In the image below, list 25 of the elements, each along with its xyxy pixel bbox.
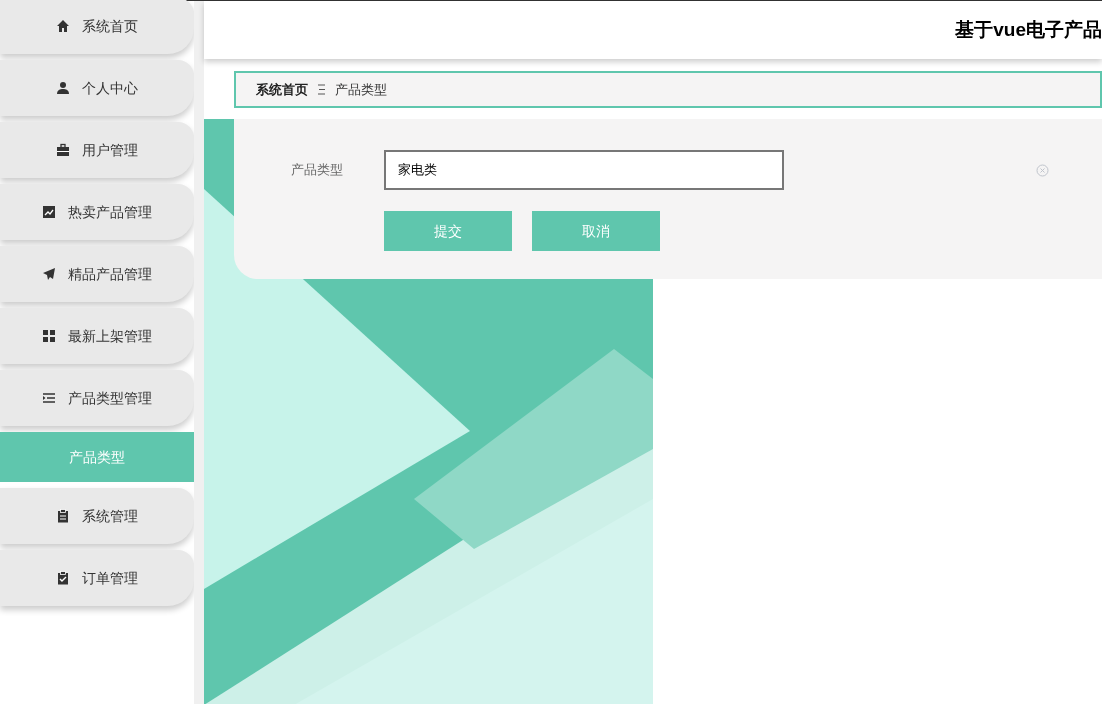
list-indent-icon [42,391,56,405]
sidebar-menu-item[interactable]: 系统管理 [0,488,194,544]
clipboard-check-icon [56,571,70,585]
separator-icon [318,84,325,95]
home-icon [56,19,70,33]
sidebar-menu-item[interactable]: 个人中心 [0,60,194,116]
breadcrumb-link[interactable]: 系统首页 [256,79,308,100]
sidebar-menu-item[interactable]: 用户管理 [0,122,194,178]
clear-icon[interactable] [1036,163,1049,177]
field-label: 产品类型 [291,161,344,180]
briefcase-icon [56,143,70,157]
sidebar-menu-item[interactable]: 产品类型管理 [0,370,194,426]
paper-plane-icon [42,267,56,281]
sidebar-menu-item[interactable]: 最新上架管理 [0,308,194,364]
line-chart-icon [42,205,56,219]
sidebar-menu-item[interactable]: 订单管理 [0,550,194,606]
product-type-input[interactable]: 家电类 [384,150,784,190]
site-title: 基于vue电子产品 [955,17,1102,42]
grid-icon [42,329,56,343]
sidebar-menu-item[interactable]: 热卖产品管理 [0,184,194,240]
user-icon [56,81,70,95]
clipboard-icon [56,509,70,523]
sidebar-menu-item[interactable]: 系统首页 [0,0,194,54]
sidebar-menu-item[interactable]: 精品产品管理 [0,246,194,302]
breadcrumb-current: 产品类型 [335,80,387,99]
